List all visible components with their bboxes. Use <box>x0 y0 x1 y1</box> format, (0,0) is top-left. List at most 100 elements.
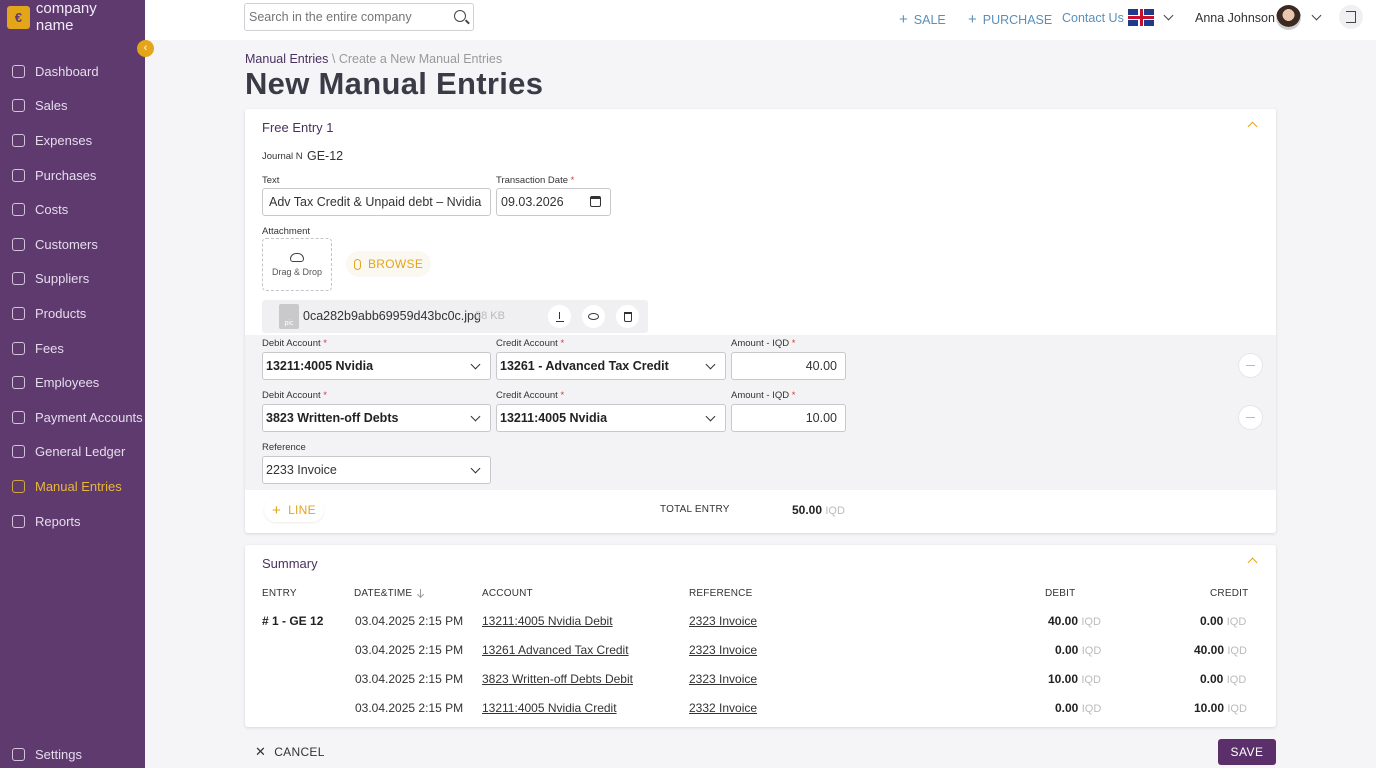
account-name: Nvidia Credit <box>547 701 617 715</box>
sidebar-item-purchases[interactable]: Purchases <box>0 158 145 193</box>
contact-us-link[interactable]: Contact Us <box>1062 11 1124 25</box>
preview-file-button[interactable] <box>582 305 605 328</box>
column-header-credit: CREDIT <box>1210 588 1249 599</box>
row-account-link[interactable]: 13261 Advanced Tax Credit <box>482 643 629 657</box>
column-header-reference: REFERENCE <box>689 588 753 599</box>
sidebar-item-employees[interactable]: Employees <box>0 365 145 400</box>
credit-account-label: Credit Account * <box>496 390 564 401</box>
browse-button[interactable]: BROWSE <box>346 251 432 277</box>
row-reference-link[interactable]: 2323 Invoice <box>689 643 757 657</box>
new-sale-button[interactable]: + SALE <box>899 11 946 28</box>
reference-select[interactable]: 2233 Invoice <box>262 456 491 484</box>
suppliers-icon <box>12 272 25 286</box>
transaction-date-field[interactable]: 09.03.2026 <box>496 188 611 216</box>
user-chevron-down-icon[interactable] <box>1311 10 1322 21</box>
add-line-button[interactable]: + LINE <box>264 498 324 522</box>
reference-label: Reference <box>262 442 306 453</box>
new-purchase-button[interactable]: + PURCHASE <box>968 11 1052 28</box>
credit-account-select[interactable]: 13261 - Advanced Tax Credit <box>496 352 726 380</box>
sidebar-item-sales[interactable]: Sales <box>0 89 145 124</box>
row-datetime: 03.04.2025 2:15 PM <box>355 672 464 686</box>
amount-input[interactable]: 40.00 <box>731 352 846 380</box>
sidebar: € company name Dashboard Sales Expenses … <box>0 0 145 768</box>
drag-drop-zone[interactable]: Drag & Drop <box>262 238 332 291</box>
download-file-button[interactable] <box>548 305 571 328</box>
debit-account-value: 3823 Written-off Debts <box>266 411 399 425</box>
sidebar-collapse-button[interactable]: ‹ <box>137 40 154 57</box>
search-input[interactable] <box>245 4 445 30</box>
currency: IQD <box>1227 703 1247 715</box>
text-field[interactable]: Adv Tax Credit & Unpaid debt – Nvidia <box>262 188 491 216</box>
sidebar-item-payment-accounts[interactable]: Payment Accounts <box>0 400 145 435</box>
collapse-entry-chevron-up-icon[interactable] <box>1247 121 1258 132</box>
sidebar-item-reports[interactable]: Reports <box>0 504 145 539</box>
row-credit: 0.00 IQD <box>1200 614 1246 628</box>
sidebar-item-label: Fees <box>35 340 64 356</box>
debit-account-select[interactable]: 3823 Written-off Debts <box>262 404 491 432</box>
amount-input[interactable]: 10.00 <box>731 404 846 432</box>
amount-label: Amount - IQD * <box>731 390 795 401</box>
brand[interactable]: € company name <box>0 0 145 34</box>
sidebar-item-dashboard[interactable]: Dashboard <box>0 54 145 89</box>
avatar[interactable] <box>1276 5 1301 30</box>
sidebar-item-label: Costs <box>35 202 69 218</box>
column-header-account: ACCOUNT <box>482 588 533 599</box>
debit-value: 0.00 <box>1055 643 1079 657</box>
sidebar-item-general-ledger[interactable]: General Ledger <box>0 435 145 470</box>
sidebar-item-costs[interactable]: Costs <box>0 192 145 227</box>
debit-account-select[interactable]: 13211:4005 Nvidia <box>262 352 491 380</box>
breadcrumb-root-link[interactable]: Manual Entries <box>245 52 328 66</box>
sidebar-item-label: Purchases <box>35 167 97 183</box>
column-header-datetime[interactable]: DATE&TIME <box>354 588 422 599</box>
row-credit: 40.00 IQD <box>1194 643 1247 657</box>
sidebar-item-label: Employees <box>35 375 100 391</box>
row-account-link[interactable]: 3823 Written-off Debts Debit <box>482 672 633 686</box>
delete-file-button[interactable] <box>616 305 639 328</box>
required-marker: * <box>560 390 565 401</box>
paperclip-icon <box>354 258 361 270</box>
credit-value: 0.00 <box>1200 672 1224 686</box>
debit-account-label-text: Debit Account <box>262 338 321 349</box>
collapse-summary-chevron-up-icon[interactable] <box>1247 557 1258 568</box>
logout-button[interactable] <box>1339 5 1363 29</box>
sidebar-item-customers[interactable]: Customers <box>0 227 145 262</box>
cancel-label: CANCEL <box>274 745 325 759</box>
account-name: Nvidia Debit <box>547 614 613 628</box>
drag-drop-label: Drag & Drop <box>271 266 323 277</box>
sidebar-item-suppliers[interactable]: Suppliers <box>0 262 145 297</box>
plus-icon: + <box>272 501 282 519</box>
credit-account-select[interactable]: 13211:4005 Nvidia <box>496 404 726 432</box>
sidebar-item-label: Payment Accounts <box>35 409 143 425</box>
remove-line-button[interactable] <box>1238 353 1263 378</box>
row-reference-link[interactable]: 2323 Invoice <box>689 614 757 628</box>
top-bar: + SALE + PURCHASE Contact Us Anna Johnson <box>145 0 1376 40</box>
logout-icon <box>1346 11 1356 23</box>
row-account-link[interactable]: 13211:4005 Nvidia Debit <box>482 614 613 628</box>
sidebar-item-fees[interactable]: Fees <box>0 331 145 366</box>
row-reference-link[interactable]: 2323 Invoice <box>689 672 757 686</box>
row-reference-link[interactable]: 2332 Invoice <box>689 701 757 715</box>
total-amount: 50.00 <box>792 503 823 517</box>
remove-line-button[interactable] <box>1238 405 1263 430</box>
sidebar-item-products[interactable]: Products <box>0 296 145 331</box>
journal-number: GE-12 <box>307 149 344 163</box>
language-chevron-down-icon[interactable] <box>1163 10 1174 21</box>
row-account-link[interactable]: 13211:4005 Nvidia Credit <box>482 701 617 715</box>
currency: IQD <box>825 505 845 517</box>
search-icon[interactable] <box>454 10 466 22</box>
uk-flag-icon[interactable] <box>1128 9 1154 26</box>
sidebar-item-settings[interactable]: Settings <box>0 740 145 768</box>
currency: IQD <box>1081 674 1101 686</box>
cancel-button[interactable]: ✕ CANCEL <box>245 740 335 764</box>
chevron-left-icon: ‹ <box>143 42 148 54</box>
user-name[interactable]: Anna Johnson <box>1195 11 1275 25</box>
account-code: 13261 <box>482 643 516 657</box>
chevron-down-icon <box>705 411 716 422</box>
calendar-icon[interactable] <box>590 196 601 207</box>
save-button[interactable]: SAVE <box>1218 739 1276 765</box>
sidebar-item-expenses[interactable]: Expenses <box>0 123 145 158</box>
sidebar-item-label: Dashboard <box>35 63 99 79</box>
sidebar-item-manual-entries[interactable]: Manual Entries <box>0 469 145 504</box>
required-marker: * <box>560 338 565 349</box>
row-debit: 10.00 IQD <box>1048 672 1101 686</box>
